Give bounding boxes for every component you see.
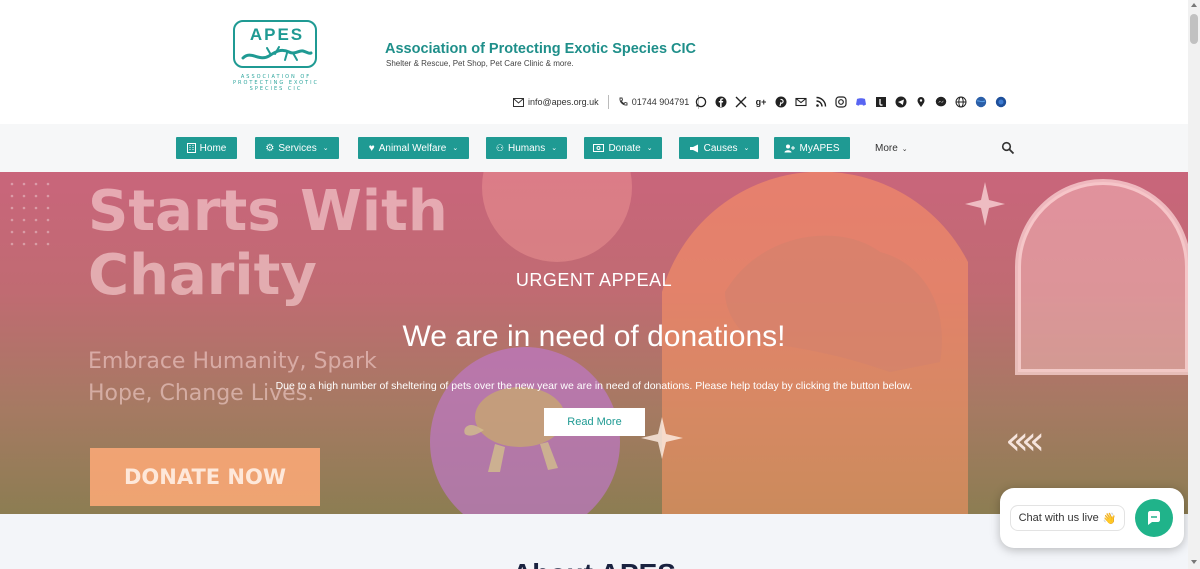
search-icon[interactable] [1001, 141, 1015, 155]
chat-open-button[interactable] [1135, 499, 1173, 537]
nav-more-label: More [875, 143, 898, 154]
divider [607, 95, 609, 109]
gear-icon: ⚙ [265, 142, 275, 154]
instagram-icon[interactable] [834, 95, 848, 109]
google-plus-icon[interactable]: g+ [754, 95, 768, 109]
tumblr-icon[interactable] [874, 95, 888, 109]
hero-banner: Starts With Charity Embrace Humanity, Sp… [0, 172, 1188, 514]
phone-text: 01744 904791 [631, 97, 690, 107]
telegram-icon[interactable] [894, 95, 908, 109]
hero-bg-headline-1: Starts With [88, 179, 448, 244]
nav-donate-label: Donate [608, 142, 641, 154]
logo-frame: APES [233, 20, 317, 68]
nav-myapes-label: MyAPES [799, 142, 840, 154]
megaphone-icon [689, 144, 698, 152]
phone-icon [619, 97, 628, 106]
chat-widget: Chat with us live 👋 [1000, 488, 1184, 548]
wave-icon: 👋 [1102, 512, 1117, 525]
site-tagline: Shelter & Rescue, Pet Shop, Pet Care Cli… [386, 59, 574, 68]
hero-arrows: ‹‹‹‹ [1005, 418, 1045, 464]
mail-icon [513, 97, 524, 107]
logo-subtext: ASSOCIATION OF PROTECTING EXOTIC SPECIES… [232, 74, 320, 92]
discord-icon[interactable] [854, 95, 868, 109]
facebook-icon[interactable] [714, 95, 728, 109]
lizard-icon [241, 46, 313, 61]
email-contact[interactable]: info@apes.org.uk [513, 97, 599, 107]
site-header: APES ASSOCIATION OF PROTECTING EXOTIC SP… [0, 0, 1188, 124]
nav-humans[interactable]: ⚇ Humans ⌄ [486, 137, 567, 159]
nav-home[interactable]: Home [176, 137, 237, 159]
rss-icon[interactable] [814, 95, 828, 109]
read-more-button[interactable]: Read More [544, 408, 645, 436]
about-section-title: About APES [0, 558, 1188, 569]
scroll-thumb[interactable] [1190, 14, 1198, 44]
globe-icon[interactable] [954, 95, 968, 109]
nav-animal-welfare[interactable]: ♥ Animal Welfare ⌄ [358, 137, 469, 159]
scroll-down-icon[interactable] [1191, 560, 1197, 564]
chevron-down-icon: ⌄ [743, 145, 750, 152]
nav-humans-label: Humans [507, 142, 546, 154]
email-text: info@apes.org.uk [528, 97, 599, 107]
people-icon: ⚇ [495, 142, 504, 153]
appeal-text: Due to a high number of sheltering of pe… [275, 380, 913, 392]
hero-bg-subheadline: Embrace Humanity, Spark Hope, Change Liv… [88, 349, 377, 406]
whatsapp-icon[interactable] [694, 95, 708, 109]
heart-icon: ♥ [368, 142, 375, 154]
social-links: g+ [694, 95, 1008, 109]
nav-causes-label: Causes [703, 142, 738, 154]
chevron-down-icon: ⌄ [901, 145, 908, 153]
x-icon[interactable] [734, 95, 748, 109]
nav-services[interactable]: ⚙ Services ⌄ [255, 137, 339, 159]
nav-services-label: Services [278, 142, 317, 154]
nav-myapes[interactable]: MyAPES [774, 137, 850, 159]
nav-donate[interactable]: Donate ⌄ [584, 137, 662, 159]
nav-causes[interactable]: Causes ⌄ [679, 137, 759, 159]
page-scrollbar[interactable] [1188, 0, 1200, 569]
nav-animal-welfare-label: Animal Welfare [378, 142, 447, 154]
chevron-down-icon: ⌄ [452, 145, 459, 152]
money-icon [593, 144, 605, 152]
web-icon[interactable] [974, 95, 988, 109]
location-icon[interactable] [914, 95, 928, 109]
building-icon [186, 143, 196, 153]
chevron-down-icon: ⌄ [551, 145, 558, 152]
page: APES ASSOCIATION OF PROTECTING EXOTIC SP… [0, 0, 1200, 569]
hero-bg-donate-now: DONATE NOW [90, 448, 320, 506]
messenger-icon[interactable] [934, 95, 948, 109]
chat-prompt[interactable]: Chat with us live 👋 [1010, 505, 1125, 531]
logo-text: APES [249, 25, 305, 44]
site-title[interactable]: Association of Protecting Exotic Species… [385, 41, 696, 57]
chevron-down-icon: ⌄ [646, 145, 653, 152]
contact-bar: info@apes.org.uk 01744 904791 [513, 95, 708, 109]
appeal-title: We are in need of donations! [402, 320, 786, 353]
chat-label: Chat with us live [1018, 512, 1099, 524]
nav-more[interactable]: More ⌄ [875, 143, 908, 154]
chat-icon [1148, 511, 1160, 525]
pinterest-icon[interactable] [774, 95, 788, 109]
email-icon[interactable] [794, 95, 808, 109]
appeal-label: URGENT APPEAL [515, 270, 673, 290]
scroll-up-icon[interactable] [1191, 3, 1197, 7]
chevron-down-icon: ⌄ [322, 145, 329, 152]
phone-contact[interactable]: 01744 904791 [618, 97, 690, 107]
site-logo[interactable]: APES ASSOCIATION OF PROTECTING EXOTIC SP… [215, 20, 337, 92]
nav-home-label: Home [199, 142, 227, 154]
web-alt-icon[interactable] [994, 95, 1008, 109]
user-plus-icon [784, 144, 796, 152]
main-nav: Home ⚙ Services ⌄ ♥ Animal Welfare ⌄ ⚇ H… [0, 124, 1188, 172]
